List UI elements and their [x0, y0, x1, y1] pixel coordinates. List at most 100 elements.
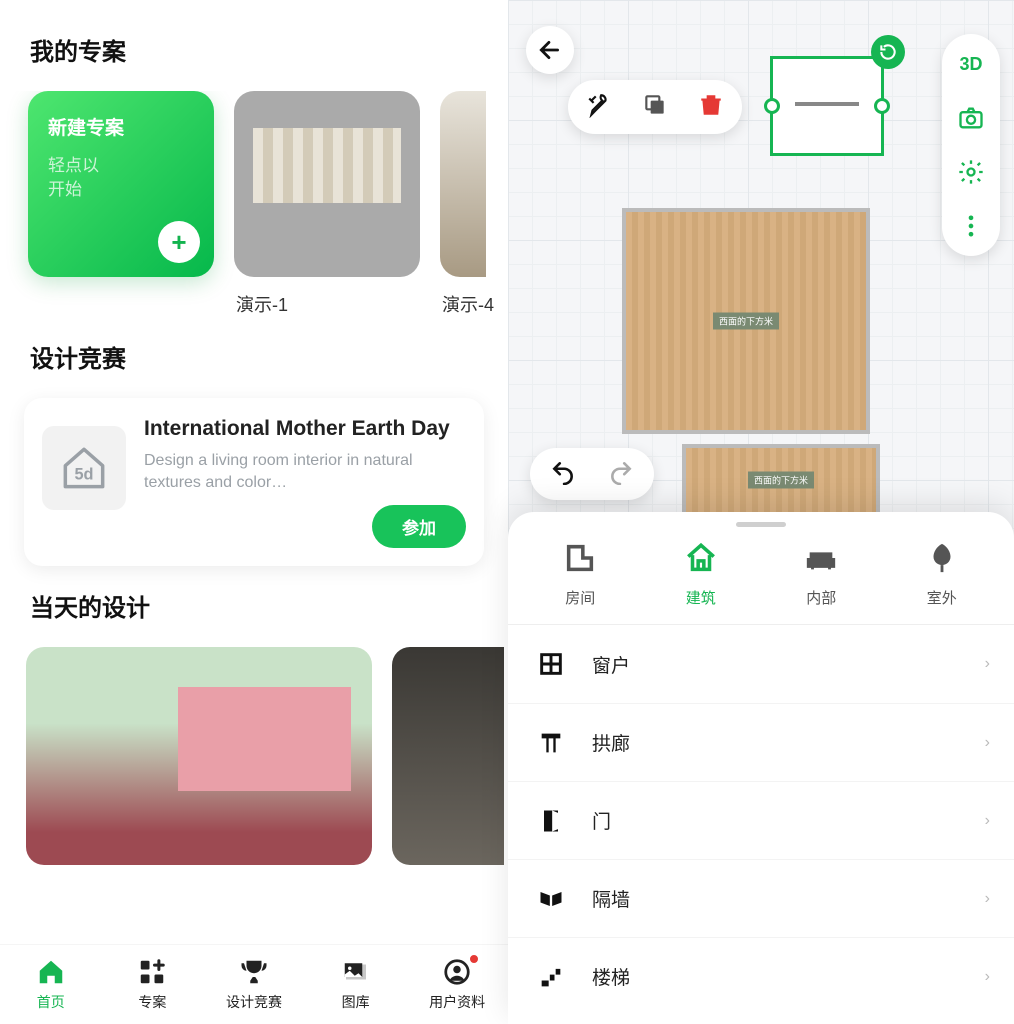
copy-icon	[642, 92, 668, 118]
snapshot-button[interactable]	[955, 102, 987, 134]
catalog-item-stairs[interactable]: 楼梯 ›	[508, 937, 1014, 1015]
chevron-right-icon: ›	[985, 734, 990, 752]
item-label: 门	[592, 807, 985, 834]
camera-icon	[957, 104, 985, 132]
catalog-item-list: 窗户 › 拱廊 › 门 › 隔墙 › 楼梯 ›	[508, 624, 1014, 1015]
project-card[interactable]: 演示-1	[234, 91, 420, 317]
daily-designs-row[interactable]	[0, 647, 508, 865]
category-tab-building[interactable]: 建筑	[641, 541, 762, 624]
room-label: 西面的下方米	[713, 313, 779, 330]
tree-icon	[925, 541, 959, 579]
tab-label: 用户资料	[429, 992, 485, 1012]
house-icon	[684, 541, 718, 579]
profile-icon	[442, 957, 472, 990]
more-button[interactable]	[955, 210, 987, 242]
contest-description: Design a living room interior in natural…	[144, 450, 466, 493]
section-my-projects-title: 我的专案	[0, 0, 508, 91]
gear-icon	[957, 158, 985, 186]
plus-icon[interactable]: +	[158, 221, 200, 263]
home-icon	[36, 957, 66, 990]
duplicate-button[interactable]	[642, 92, 668, 123]
category-tab-interior[interactable]: 内部	[761, 541, 882, 624]
window-icon	[532, 650, 570, 678]
selection-toolbar	[568, 80, 742, 134]
catalog-item-partition[interactable]: 隔墙 ›	[508, 859, 1014, 937]
settings-button[interactable]	[955, 156, 987, 188]
tab-gallery[interactable]: 图库	[305, 945, 407, 1024]
tab-label: 首页	[37, 992, 65, 1012]
partition-icon	[532, 885, 570, 913]
tab-profile[interactable]: 用户资料	[406, 945, 508, 1024]
item-label: 隔墙	[592, 885, 985, 912]
catalog-item-arch[interactable]: 拱廊 ›	[508, 703, 1014, 781]
door-icon	[532, 807, 570, 835]
section-daily-title: 当天的设计	[0, 566, 508, 647]
catalog-item-window[interactable]: 窗户 ›	[508, 625, 1014, 703]
room-label: 西面的下方米	[748, 472, 814, 489]
side-toolbar: 3D	[942, 34, 1000, 256]
grid-plus-icon	[137, 957, 167, 990]
item-label: 窗户	[592, 651, 985, 678]
arch-icon	[532, 729, 570, 757]
tab-label: 专案	[138, 992, 166, 1012]
svg-text:5d: 5d	[74, 466, 93, 484]
selected-object[interactable]	[770, 56, 884, 156]
resize-handle-left[interactable]	[764, 98, 780, 114]
catalog-sheet[interactable]: 房间 建筑 内部 室外 窗户 › 拱廊	[508, 512, 1014, 1024]
tab-label: 图库	[342, 992, 370, 1012]
tab-projects[interactable]: 专案	[102, 945, 204, 1024]
stairs-icon	[532, 963, 570, 991]
item-label: 楼梯	[592, 963, 985, 990]
daily-design-card[interactable]	[392, 647, 504, 865]
room-object[interactable]: 西面的下方米	[626, 212, 866, 430]
category-label: 建筑	[686, 587, 716, 608]
sofa-icon	[804, 541, 838, 579]
category-tab-room[interactable]: 房间	[520, 541, 641, 624]
back-button[interactable]	[526, 26, 574, 74]
room-object[interactable]: 西面的下方米	[686, 448, 876, 512]
chevron-right-icon: ›	[985, 968, 990, 986]
trophy-icon	[239, 957, 269, 990]
undo-button[interactable]	[550, 459, 576, 490]
redo-button[interactable]	[608, 459, 634, 490]
more-vertical-icon	[957, 212, 985, 240]
project-card[interactable]: 演示-4	[440, 91, 486, 317]
new-project-card[interactable]: 新建专案 轻点以 开始 +	[28, 91, 214, 277]
tab-contest[interactable]: 设计竞赛	[203, 945, 305, 1024]
trash-icon	[698, 92, 724, 118]
project-thumbnail	[234, 91, 420, 277]
projects-row[interactable]: 新建专案 轻点以 开始 + 演示-1 演示-4	[0, 91, 508, 317]
tab-home[interactable]: 首页	[0, 945, 102, 1024]
category-label: 内部	[806, 587, 836, 608]
delete-button[interactable]	[698, 92, 724, 123]
contest-title: International Mother Earth Day	[144, 416, 466, 442]
category-label: 室外	[927, 587, 957, 608]
undo-redo-toolbar	[530, 448, 654, 500]
daily-design-card[interactable]	[26, 647, 372, 865]
item-label: 拱廊	[592, 729, 985, 756]
join-contest-button[interactable]: 参加	[372, 505, 466, 548]
project-thumbnail	[440, 91, 486, 277]
category-label: 房间	[565, 587, 595, 608]
arrow-left-icon	[537, 37, 563, 63]
new-project-subtitle: 轻点以 开始	[48, 154, 194, 202]
undo-icon	[550, 459, 576, 485]
sheet-grabber[interactable]	[736, 522, 786, 527]
tab-label: 设计竞赛	[226, 992, 282, 1012]
home-screen: 我的专案 新建专案 轻点以 开始 + 演示-1 演示-4 设计竞赛 5d In	[0, 0, 508, 1024]
edit-tool-button[interactable]	[586, 92, 612, 123]
tools-icon	[586, 92, 612, 118]
room-shape-icon	[563, 541, 597, 579]
category-tab-outdoor[interactable]: 室外	[882, 541, 1003, 624]
contest-card[interactable]: 5d International Mother Earth Day Design…	[24, 398, 484, 566]
new-project-title: 新建专案	[48, 113, 194, 140]
chevron-right-icon: ›	[985, 812, 990, 830]
contest-app-icon: 5d	[42, 426, 126, 510]
resize-handle-right[interactable]	[874, 98, 890, 114]
rotate-handle[interactable]	[871, 35, 905, 69]
bottom-tab-bar: 首页 专案 设计竞赛 图库 用户资料	[0, 944, 508, 1024]
gallery-icon	[341, 957, 371, 990]
catalog-item-door[interactable]: 门 ›	[508, 781, 1014, 859]
view-mode-button[interactable]: 3D	[955, 48, 987, 80]
section-contest-title: 设计竞赛	[0, 317, 508, 398]
